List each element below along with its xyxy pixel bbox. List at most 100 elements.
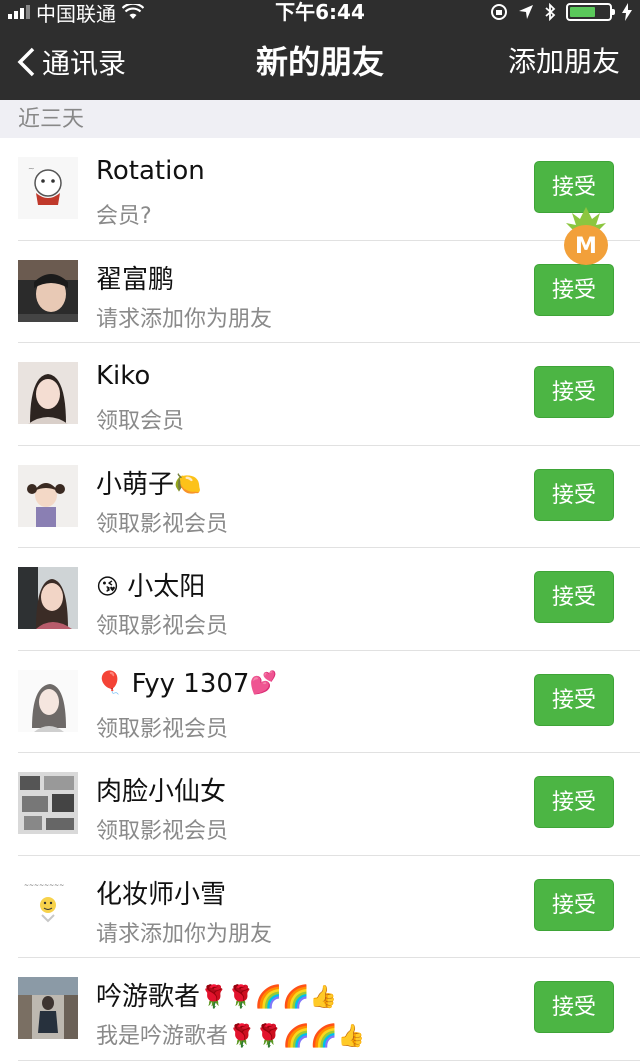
name-emoji-icon: 😘 (96, 574, 119, 600)
request-message: 领取影视会员 (96, 711, 228, 743)
request-message-text: 领取影视会员 (96, 614, 229, 639)
avatar-image (18, 464, 78, 527)
avatar-image: ~ (18, 157, 78, 219)
avatar[interactable] (18, 567, 78, 629)
friend-request-row[interactable]: Kiko 领取会员 接受 (0, 343, 640, 446)
contact-name-text: 化妆师小雪 (96, 879, 227, 910)
request-message-text: 领取影视会员 (96, 819, 229, 844)
friend-request-row[interactable]: 😘 小太阳领取影视会员 接受 (0, 548, 640, 651)
message-emoji-icon: 🌹 (255, 1024, 283, 1049)
contact-name-text: 吟游歌者 (96, 982, 201, 1012)
friend-request-row[interactable]: 肉脸小仙女领取影视会员 接受 (0, 753, 640, 856)
svg-text:~: ~ (28, 164, 35, 173)
location-icon (519, 5, 533, 19)
contact-name-text: Kiko (96, 361, 151, 391)
bluetooth-icon (545, 3, 556, 21)
contact-name: 🎈 Fyy 1307💕 (96, 669, 277, 699)
request-message: 领取会员 (96, 403, 184, 435)
request-message-text: 请求添加你为朋友 (96, 306, 273, 332)
accept-button[interactable]: 接受 (534, 468, 614, 521)
contact-name-text: Fyy 1307 (131, 668, 250, 699)
request-message: 会员? (96, 198, 152, 230)
nav-bar: 通讯录 新的朋友 添加朋友 (0, 24, 640, 100)
contact-name-text: 翟富鹏 (96, 264, 175, 295)
section-header: 近三天 (0, 100, 640, 138)
name-emoji-icon: 💕 (249, 671, 277, 696)
contact-name-text: 肉脸小仙女 (96, 777, 227, 807)
name-emoji-icon: 👍 (309, 984, 338, 1010)
contact-name: 😘 小太阳 (96, 566, 205, 603)
friend-request-row[interactable]: 🎈 Fyy 1307💕 领取影视会员 接受 (0, 650, 640, 753)
request-message: 请求添加你为朋友 (96, 916, 272, 948)
avatar[interactable] (18, 669, 78, 732)
charging-icon (622, 3, 632, 21)
request-message-text: 会员? (96, 204, 152, 229)
floating-m-badge-icon[interactable]: M (560, 205, 612, 267)
contact-name-text: Rotation (96, 156, 205, 186)
contact-name-text: 小萌子 (96, 469, 175, 500)
avatar[interactable]: ~~~~~~~~ (18, 874, 78, 937)
request-message-text: 领取影视会员 (96, 511, 229, 537)
contact-name: Kiko (96, 361, 150, 391)
message-emoji-icon: 🌹 (228, 1024, 256, 1049)
request-message: 领取影视会员 (96, 608, 228, 640)
avatar-image (18, 259, 78, 322)
add-friend-button[interactable]: 添加朋友 (508, 24, 620, 100)
accept-button[interactable]: 接受 (534, 571, 614, 623)
name-emoji-icon: 🎈 (96, 671, 124, 696)
name-emoji-icon: 🌹 (227, 984, 255, 1010)
contact-name: Rotation (96, 156, 205, 186)
contact-name: 肉脸小仙女 (96, 771, 226, 808)
message-emoji-icon: 🌈 (310, 1024, 338, 1049)
accept-button[interactable]: 接受 (534, 263, 614, 316)
avatar-image (18, 669, 78, 732)
avatar-image (18, 977, 78, 1039)
accept-button[interactable]: 接受 (534, 366, 614, 418)
message-emoji-icon: 👍 (337, 1024, 366, 1049)
message-emoji-icon: 🌈 (282, 1024, 311, 1049)
accept-button[interactable]: 接受 (534, 673, 614, 726)
accept-button[interactable]: 接受 (534, 776, 614, 828)
avatar[interactable]: ~ (18, 157, 78, 219)
contact-name-text: 小太阳 (127, 572, 206, 602)
friend-request-row[interactable]: 翟富鹏请求添加你为朋友 接受 (0, 240, 640, 343)
avatar[interactable] (18, 772, 78, 834)
name-emoji-icon: 🌹 (200, 984, 228, 1010)
name-emoji-icon: 🌈 (282, 984, 310, 1010)
friend-request-row[interactable]: 吟游歌者🌹🌹🌈🌈👍 我是吟游歌者🌹🌹🌈🌈👍 接受 (0, 958, 640, 1061)
rotation-lock-icon (491, 4, 507, 20)
battery-icon (566, 3, 615, 21)
avatar[interactable] (18, 977, 78, 1039)
avatar-image (18, 362, 78, 424)
name-emoji-icon: 🍋 (174, 472, 202, 497)
status-bar: 中国联通 下午6:44 (0, 0, 640, 26)
accept-button[interactable]: 接受 (534, 981, 614, 1033)
contact-name: 小萌子🍋 (96, 464, 201, 501)
accept-button[interactable]: 接受 (534, 878, 614, 931)
svg-text:~~~~~~~~: ~~~~~~~~ (24, 882, 64, 889)
avatar[interactable] (18, 259, 78, 322)
contact-name: 翟富鹏 (96, 259, 174, 296)
avatar-image (18, 567, 78, 629)
name-emoji-icon: 🌈 (254, 984, 283, 1010)
request-message-text: 领取影视会员 (96, 716, 229, 742)
friend-request-row[interactable]: ~~~~~~~~ 化妆师小雪请求添加你为朋友 接受 (0, 855, 640, 958)
request-message-text: 请求添加你为朋友 (96, 921, 273, 947)
avatar[interactable] (18, 362, 78, 424)
request-message: 我是吟游歌者🌹🌹🌈🌈👍 (96, 1018, 365, 1050)
avatar-image: ~~~~~~~~ (18, 874, 78, 937)
request-message-text: 我是吟游歌者 (96, 1024, 229, 1049)
status-right (490, 0, 632, 24)
friend-request-row[interactable]: 小萌子🍋 领取影视会员 接受 (0, 445, 640, 548)
friend-request-row[interactable]: ~ Rotation 会员? 接受 (0, 138, 640, 241)
friend-request-list: ~ Rotation 会员? 接受 翟富鹏 请求添加你为朋友 接受 Kiko 领取会员 接受 小萌子… (0, 138, 640, 1061)
request-message: 领取影视会员 (96, 813, 228, 845)
request-message: 领取影视会员 (96, 506, 228, 538)
contact-name: 吟游歌者🌹🌹🌈🌈👍 (96, 976, 337, 1013)
contact-name: 化妆师小雪 (96, 874, 226, 911)
request-message: 请求添加你为朋友 (96, 301, 272, 333)
avatar[interactable] (18, 464, 78, 527)
svg-text:M: M (575, 234, 597, 259)
avatar-image (18, 772, 78, 834)
request-message-text: 领取会员 (96, 409, 185, 434)
